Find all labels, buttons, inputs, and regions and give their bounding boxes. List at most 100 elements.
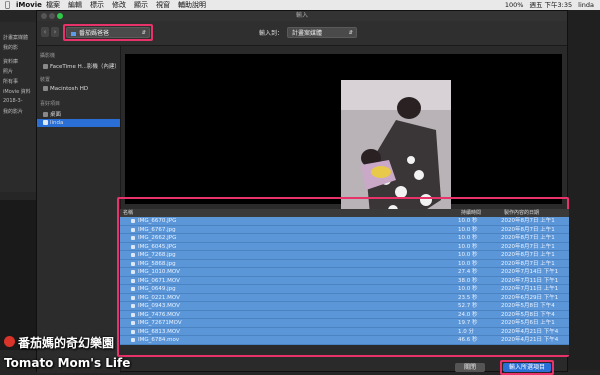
bg-sidebar-item[interactable]: 照片 xyxy=(3,68,13,75)
table-row[interactable]: IMG_6813.MOV 1.0 分 2020年4月21日 下午4 xyxy=(120,327,569,336)
import-to-label: 輸入到： xyxy=(259,30,284,37)
menu-mark[interactable]: 標示 xyxy=(90,0,104,10)
cell-name: IMG_5868.jpg xyxy=(138,260,176,267)
bg-sidebar-item[interactable]: 計畫案媒體 xyxy=(3,34,28,41)
cell-name: IMG_2662.JPG xyxy=(138,235,177,241)
column-header-name[interactable]: 名稱 xyxy=(120,209,133,217)
clock[interactable]: 週五 下午3:35 xyxy=(529,0,572,10)
menu-modify[interactable]: 修改 xyxy=(112,0,126,10)
source-label: Macintosh HD xyxy=(50,86,89,92)
cell-date: 2020年7月14日 下午1 xyxy=(501,269,559,275)
zoom-dot-icon[interactable] xyxy=(57,13,63,19)
table-row[interactable]: IMG_6670.JPG 10.0 秒 2020年8月7日 上午1 xyxy=(120,217,569,226)
cell-date: 2020年8月7日 上午1 xyxy=(501,260,555,267)
cell-date: 2020年4月21日 下午4 xyxy=(501,328,559,335)
table-row[interactable]: IMG_6045.JPG 10.0 秒 2020年8月7日 上午1 xyxy=(120,242,569,251)
imovie-timeline xyxy=(0,200,36,350)
apple-menu-icon[interactable]:  xyxy=(5,0,10,10)
cell-name: IMG_6767.jpg xyxy=(138,226,176,233)
menu-view[interactable]: 顯示 xyxy=(134,0,148,10)
event-select[interactable]: 計畫案媒體 ⇵ xyxy=(287,27,357,38)
table-row[interactable]: IMG_5868.jpg 10.0 秒 2020年8月7日 上午1 xyxy=(120,259,569,268)
file-icon xyxy=(131,287,135,291)
source-label: FaceTime H...影機（內建） xyxy=(50,64,120,70)
menu-help[interactable]: 輔助說明 xyxy=(178,0,206,10)
cell-date: 2020年5月8日 下午4 xyxy=(501,303,555,309)
table-rows: IMG_6670.JPG 10.0 秒 2020年8月7日 上午1 IMG_6767.… xyxy=(120,217,569,353)
menu-file[interactable]: 檔案 xyxy=(46,0,60,10)
section-devices: 裝置 xyxy=(40,77,51,83)
source-select[interactable]: 番茄媽爸爸 ⇵ xyxy=(66,27,150,38)
camera-icon xyxy=(43,64,48,69)
table-row[interactable]: IMG_0671.MOV 38.0 秒 2020年7月11日 下午1 xyxy=(120,276,569,285)
menu-window[interactable]: 視窗 xyxy=(156,0,170,10)
table-row[interactable]: IMG_2662.JPG 10.0 秒 2020年8月7日 上午1 xyxy=(120,234,569,243)
cell-date: 2020年8月7日 上午1 xyxy=(501,243,555,250)
user-name[interactable]: linda xyxy=(578,0,594,10)
bg-sidebar-item[interactable]: 所有事 xyxy=(3,78,18,85)
app-menu[interactable]: iMovie xyxy=(16,0,42,10)
cell-duration: 23.5 秒 xyxy=(458,294,478,301)
cell-name: IMG_0671.MOV xyxy=(138,277,180,284)
menu-bar:  iMovie 檔案 編輯 標示 修改 顯示 視窗 輔助說明 100% 週五 … xyxy=(0,0,600,10)
bg-sidebar-item[interactable]: iMovie 資料 xyxy=(3,88,31,95)
menu-edit[interactable]: 編輯 xyxy=(68,0,82,10)
table-row[interactable]: IMG_7476.MOV 24.0 秒 2020年5月8日 下午4 xyxy=(120,310,569,319)
table-row[interactable]: IMG_1010.MOV 27.4 秒 2020年7月14日 下午1 xyxy=(120,268,569,277)
folder-icon xyxy=(71,31,76,36)
table-row[interactable]: IMG_6767.jpg 10.0 秒 2020年8月7日 上午1 xyxy=(120,225,569,234)
table-row[interactable]: IMG_72671MOV 19.7 秒 2020年5月6日 上午1 xyxy=(120,319,569,328)
column-header-duration[interactable]: 持續時間 xyxy=(458,209,481,217)
cell-name: IMG_7268.jpg xyxy=(138,252,176,258)
source-linda[interactable]: linda xyxy=(37,119,120,127)
imovie-library-sidebar: 計畫案媒體 我的影 資料庫 照片 所有事 iMovie 資料 2018-3- 我… xyxy=(0,22,36,192)
cell-date: 2020年8月7日 上午1 xyxy=(501,235,555,241)
bg-sidebar-item[interactable]: 資料庫 xyxy=(3,58,18,65)
cell-duration: 1.0 分 xyxy=(458,328,474,335)
file-icon xyxy=(131,321,135,325)
bg-sidebar-item[interactable]: 我的影片 xyxy=(3,108,23,115)
file-icon xyxy=(131,253,135,257)
cell-date: 2020年4月21日 下午4 xyxy=(501,337,559,343)
battery-level[interactable]: 100% xyxy=(505,0,524,10)
dialog-toolbar: ‹ › 番茄媽爸爸 ⇵ 輸入到： 計畫案媒體 ⇵ xyxy=(37,21,567,46)
cell-duration: 10.0 秒 xyxy=(458,226,478,233)
source-desktop[interactable]: 桌面 xyxy=(43,110,61,118)
cell-name: IMG_1010.MOV xyxy=(138,269,180,275)
file-list-table: 名稱 持續時間 製作內容的日期 IMG_6670.JPG 10.0 秒 2020年8… xyxy=(120,209,569,355)
import-selected-button[interactable]: 輸入所選項目 xyxy=(503,363,551,372)
disk-icon xyxy=(43,86,48,91)
close-button[interactable]: 關閉 xyxy=(455,363,485,372)
dialog-title: 輸入 xyxy=(295,12,308,19)
status-area: 100% 週五 下午3:35 linda xyxy=(505,0,594,10)
file-icon xyxy=(131,236,135,240)
cell-date: 2020年6月29日 下午1 xyxy=(501,294,559,301)
cell-duration: 24.0 秒 xyxy=(458,311,478,318)
minimize-dot-icon[interactable] xyxy=(49,13,55,19)
file-icon xyxy=(131,219,135,223)
cell-duration: 19.7 秒 xyxy=(458,320,478,326)
file-icon xyxy=(131,312,135,317)
cell-name: IMG_7476.MOV xyxy=(138,311,180,318)
cell-date: 2020年5月8日 下午4 xyxy=(501,311,555,318)
table-row[interactable]: IMG_6784.mov 46.6 秒 2020年4月21日 下午4 xyxy=(120,336,569,345)
cell-date: 2020年7月11日 上午1 xyxy=(501,286,559,292)
source-label: linda xyxy=(50,120,64,126)
source-select-value: 番茄媽爸爸 xyxy=(79,30,110,37)
table-row[interactable]: IMG_0943.MOV 52.7 秒 2020年5月8日 下午4 xyxy=(120,302,569,311)
source-facetime-camera[interactable]: FaceTime H...影機（內建） xyxy=(43,62,120,70)
forward-icon[interactable]: › xyxy=(51,27,59,37)
cell-name: IMG_0221.MOV xyxy=(138,294,180,301)
source-macintosh-hd[interactable]: Macintosh HD xyxy=(43,86,88,92)
table-row[interactable]: IMG_0221.MOV 23.5 秒 2020年6月29日 下午1 xyxy=(120,293,569,302)
close-dot-icon[interactable] xyxy=(41,13,47,19)
bg-sidebar-item[interactable]: 我的影 xyxy=(3,44,18,51)
table-row[interactable]: IMG_7268.jpg 10.0 秒 2020年8月7日 上午1 xyxy=(120,251,569,260)
column-header-date[interactable]: 製作內容的日期 xyxy=(501,209,539,217)
bg-sidebar-item[interactable]: 2018-3- xyxy=(3,98,23,104)
file-icon xyxy=(131,304,135,308)
cell-name: IMG_6784.mov xyxy=(138,337,180,343)
tomato-icon xyxy=(4,336,15,347)
table-row[interactable]: IMG_0649.jpg 10.0 秒 2020年7月11日 上午1 xyxy=(120,285,569,294)
back-icon[interactable]: ‹ xyxy=(41,27,49,37)
